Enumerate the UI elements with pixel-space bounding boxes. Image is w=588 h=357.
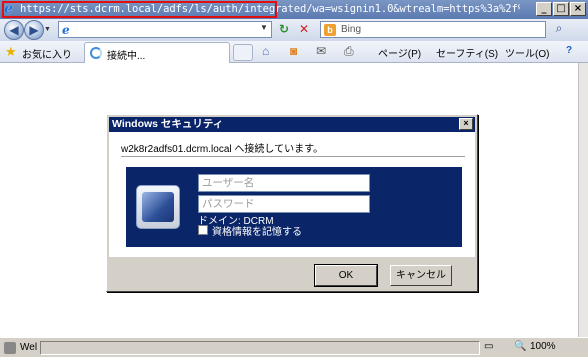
- user-tile-icon: [136, 185, 180, 229]
- title-url-rest: wa=wsignin1.0&wtrealm=https%3a%2f%2fw2k8…: [312, 3, 520, 15]
- back-arrow-icon: ◀: [9, 23, 19, 37]
- page-menu[interactable]: ページ(P): [378, 45, 421, 60]
- search-placeholder: Bing: [341, 24, 362, 35]
- vertical-scrollbar[interactable]: [578, 63, 588, 337]
- print-icon[interactable]: ⎙: [344, 44, 354, 59]
- status-bar: Wel ▭ 🔍 100%: [0, 337, 588, 357]
- new-tab-button[interactable]: [233, 44, 253, 61]
- forward-button[interactable]: ▶: [24, 20, 44, 40]
- stop-button[interactable]: ✕: [296, 22, 312, 38]
- loading-spinner-icon: [90, 47, 102, 59]
- page-icon: e: [62, 23, 70, 37]
- back-button[interactable]: ◀: [4, 20, 24, 40]
- zoom-level[interactable]: 100%: [530, 341, 556, 355]
- window-title-bar: e https://sts.dcrm.local/adfs/ls/auth/in…: [0, 0, 588, 19]
- search-button[interactable]: ⌕: [550, 21, 568, 38]
- username-field[interactable]: ユーザー名: [198, 174, 370, 192]
- forward-arrow-icon: ▶: [29, 23, 39, 37]
- dialog-message: w2k8r2adfs01.dcrm.local へ接続しています。: [121, 144, 324, 155]
- favorites-bar: ★ お気に入り 接続中... ⌂ ◙ ✉ ⎙ ページ(P) セーフティ(S) ツ…: [0, 41, 588, 63]
- dialog-body: w2k8r2adfs01.dcrm.local へ接続しています。 ユーザー名 …: [109, 132, 475, 257]
- security-dialog: Windows セキュリティ × w2k8r2adfs01.dcrm.local…: [106, 114, 478, 292]
- address-input[interactable]: e: [58, 21, 272, 38]
- feeds-icon[interactable]: ◙: [290, 44, 297, 58]
- history-dropdown-icon[interactable]: ▼: [44, 26, 51, 33]
- address-dropdown-icon[interactable]: ▼: [258, 23, 270, 35]
- cancel-button[interactable]: キャンセル: [390, 265, 452, 286]
- close-window-button[interactable]: ×: [570, 2, 586, 16]
- dialog-divider: [121, 156, 465, 157]
- mail-icon[interactable]: ✉: [316, 44, 326, 58]
- home-icon[interactable]: ⌂: [262, 44, 269, 58]
- address-toolbar: ◀ ▶ ▼ e ▼ ↻ ✕ b Bing ⌕: [0, 19, 588, 41]
- dialog-title-bar: Windows セキュリティ ×: [109, 117, 475, 132]
- safety-menu[interactable]: セーフティ(S): [436, 45, 498, 60]
- status-page-icon: [4, 342, 16, 354]
- tab-label: 接続中...: [107, 51, 146, 62]
- search-icon: ⌕: [555, 21, 563, 35]
- status-progress: [40, 341, 480, 355]
- minimize-button[interactable]: _: [536, 2, 552, 16]
- maximize-button[interactable]: □: [553, 2, 569, 16]
- password-field[interactable]: パスワード: [198, 195, 370, 213]
- favorites-button[interactable]: お気に入り: [22, 46, 72, 61]
- bing-icon: b: [324, 24, 336, 36]
- credential-tile: ユーザー名 パスワード ドメイン: DCRM 資格情報を記憶する: [126, 167, 462, 247]
- status-text: Wel: [20, 342, 38, 353]
- zone-icon[interactable]: ▭: [484, 341, 493, 355]
- help-icon[interactable]: ?: [566, 45, 572, 56]
- favorites-star-icon[interactable]: ★: [5, 44, 17, 60]
- browser-tab[interactable]: 接続中...: [84, 42, 230, 63]
- dialog-close-button[interactable]: ×: [459, 118, 473, 130]
- ok-button[interactable]: OK: [314, 264, 378, 287]
- remember-checkbox[interactable]: [198, 225, 208, 235]
- dialog-title: Windows セキュリティ: [112, 118, 224, 130]
- tools-menu[interactable]: ツール(O): [505, 45, 549, 60]
- remember-label[interactable]: 資格情報を記憶する: [212, 223, 302, 238]
- url-highlight-box: [2, 1, 277, 18]
- search-input[interactable]: b Bing: [320, 21, 546, 38]
- refresh-button[interactable]: ↻: [276, 22, 292, 38]
- zoom-icon[interactable]: 🔍: [514, 341, 526, 355]
